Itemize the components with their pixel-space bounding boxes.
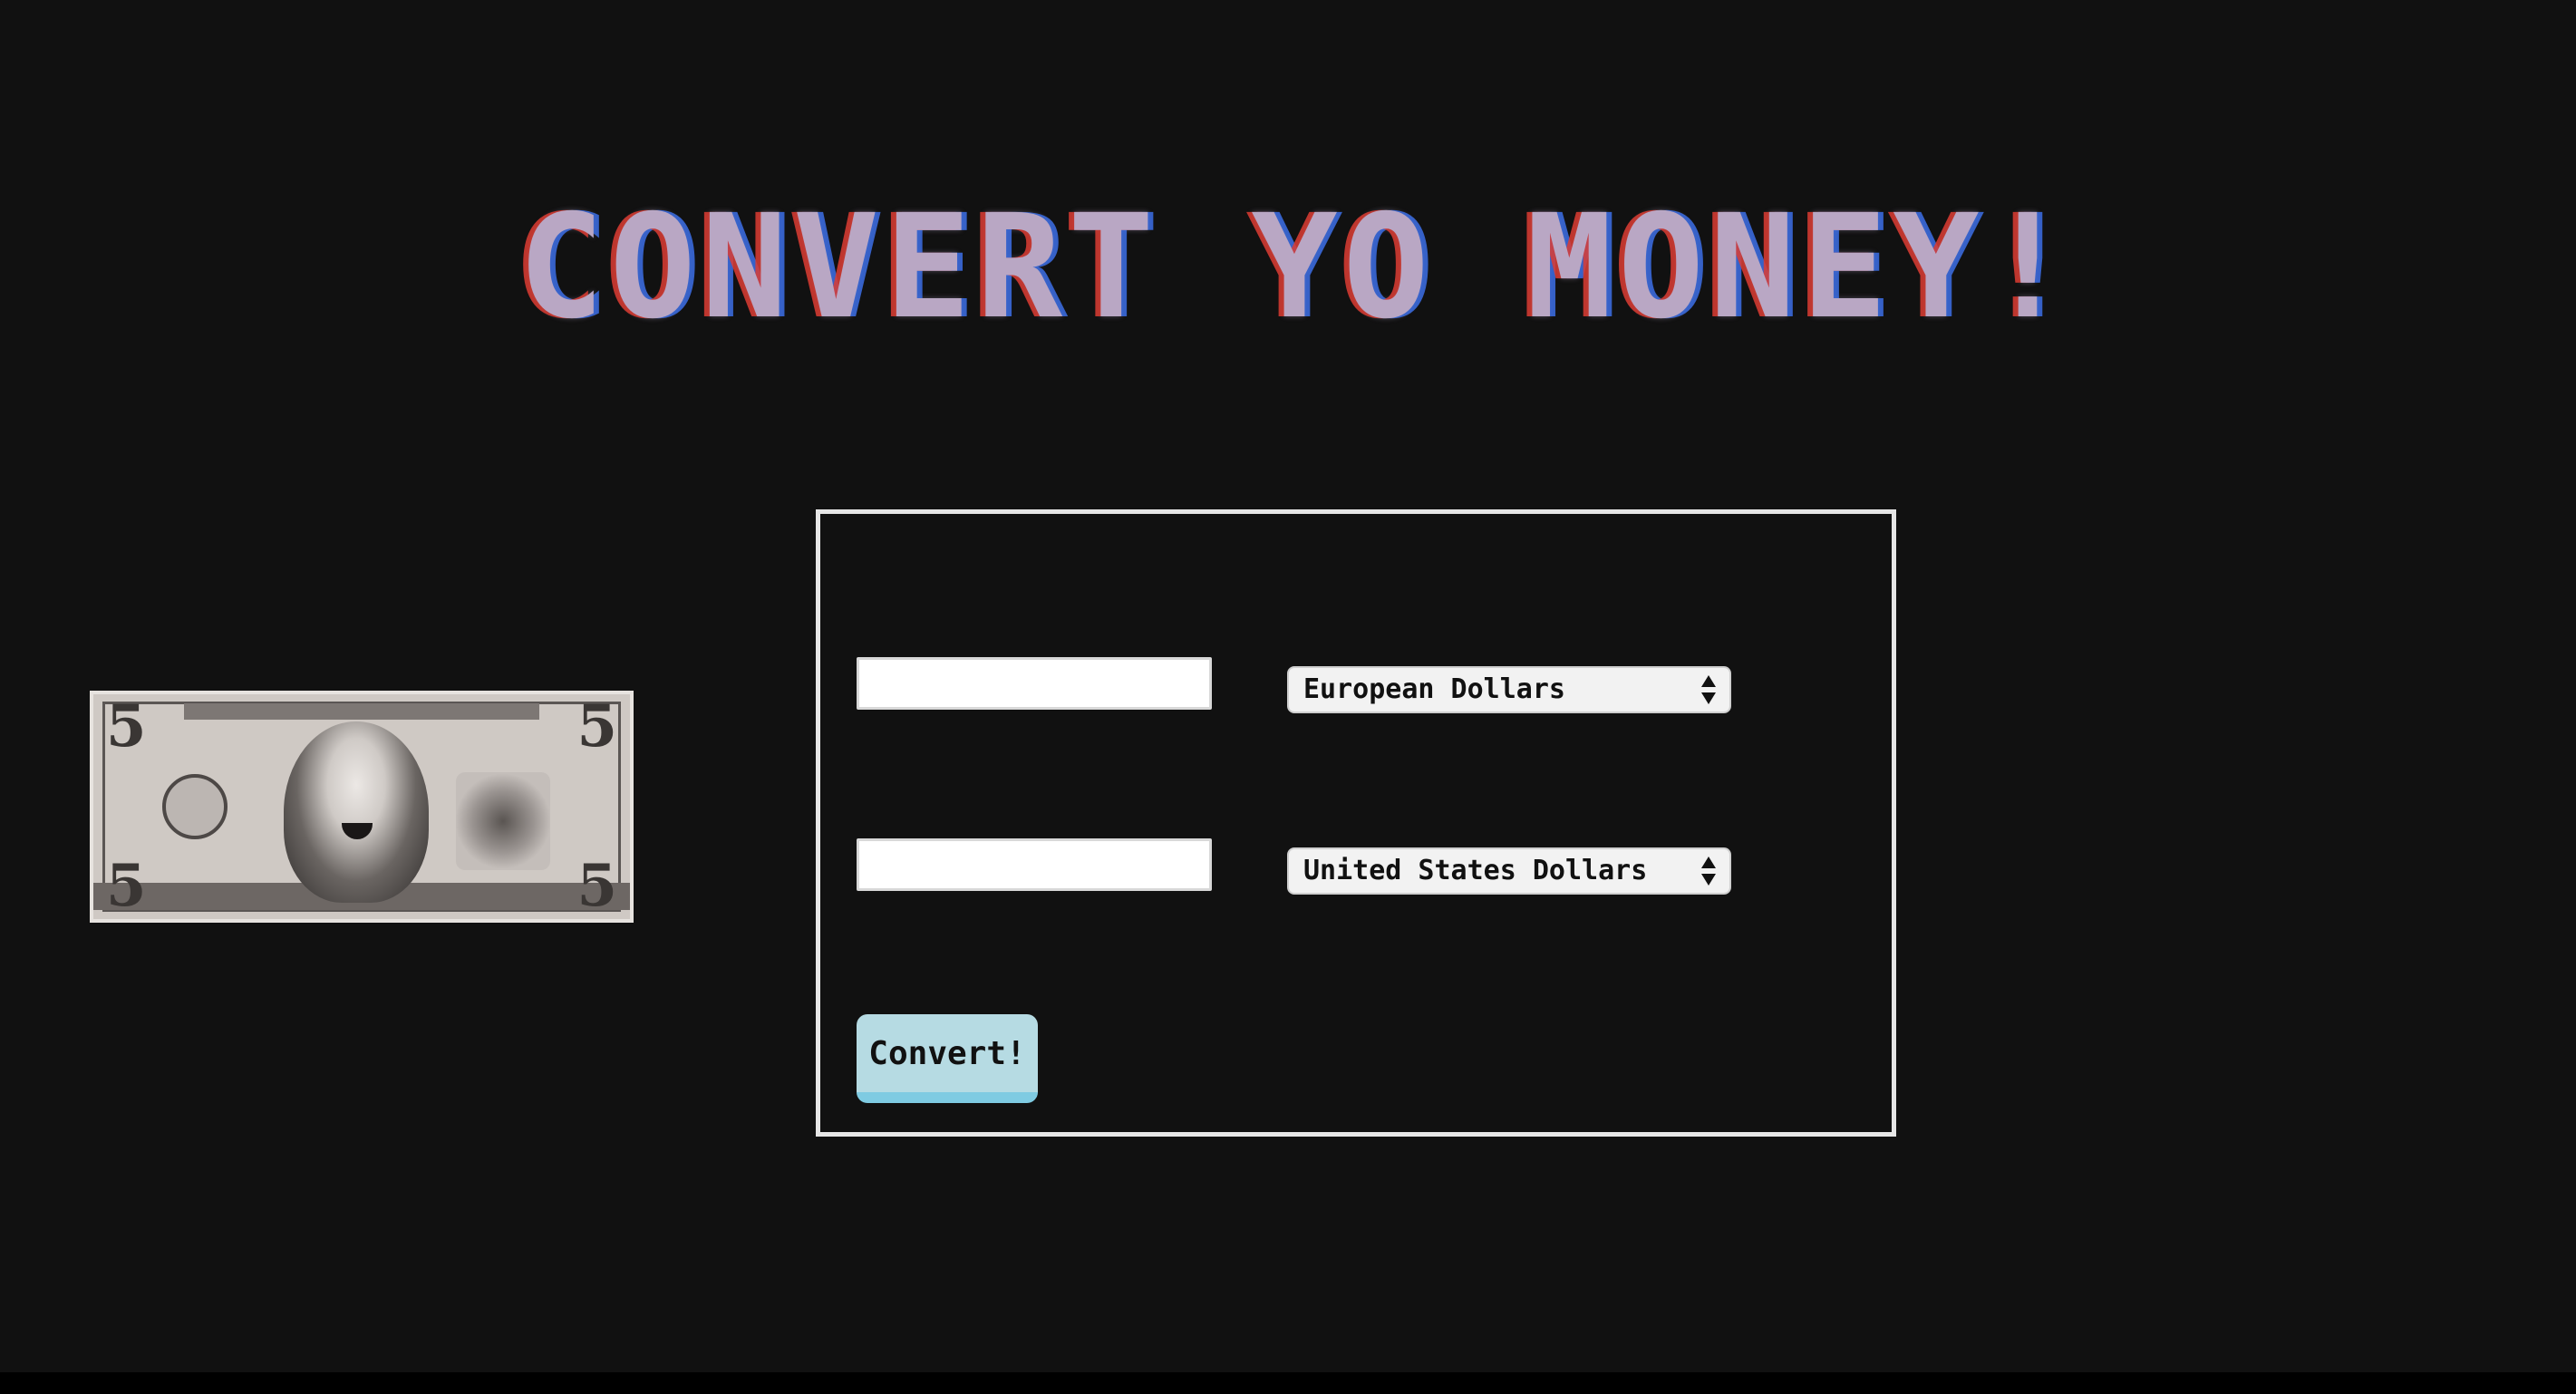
bill-portrait bbox=[284, 721, 429, 903]
bill-corner-numeral: 5 bbox=[576, 852, 617, 920]
bill-corner-numeral: 5 bbox=[106, 692, 147, 760]
converter-panel: European Dollars United States Dollars C… bbox=[816, 509, 1896, 1137]
page: CONVERT YO MONEY! 5 5 5 5 European Dolla… bbox=[0, 0, 2576, 1372]
to-currency-select-wrapper: United States Dollars bbox=[1287, 847, 1731, 895]
bottom-strip bbox=[0, 1372, 2576, 1394]
bill-corner-numeral: 5 bbox=[576, 692, 617, 760]
from-amount-input[interactable] bbox=[857, 657, 1212, 710]
bill-corner-numeral: 5 bbox=[106, 852, 147, 920]
convert-button[interactable]: Convert! bbox=[857, 1014, 1038, 1103]
bill-top-band bbox=[184, 703, 539, 720]
to-currency-select[interactable]: United States Dollars bbox=[1287, 847, 1731, 895]
page-title: CONVERT YO MONEY! bbox=[518, 184, 2077, 351]
from-currency-select[interactable]: European Dollars bbox=[1287, 666, 1731, 713]
bill-portrait-mouth bbox=[342, 823, 373, 839]
bill-seal-right bbox=[456, 772, 550, 870]
bill-seal-left bbox=[162, 774, 228, 839]
five-dollar-bill-image: 5 5 5 5 bbox=[90, 691, 634, 923]
from-currency-select-wrapper: European Dollars bbox=[1287, 666, 1731, 713]
to-amount-input[interactable] bbox=[857, 838, 1212, 891]
